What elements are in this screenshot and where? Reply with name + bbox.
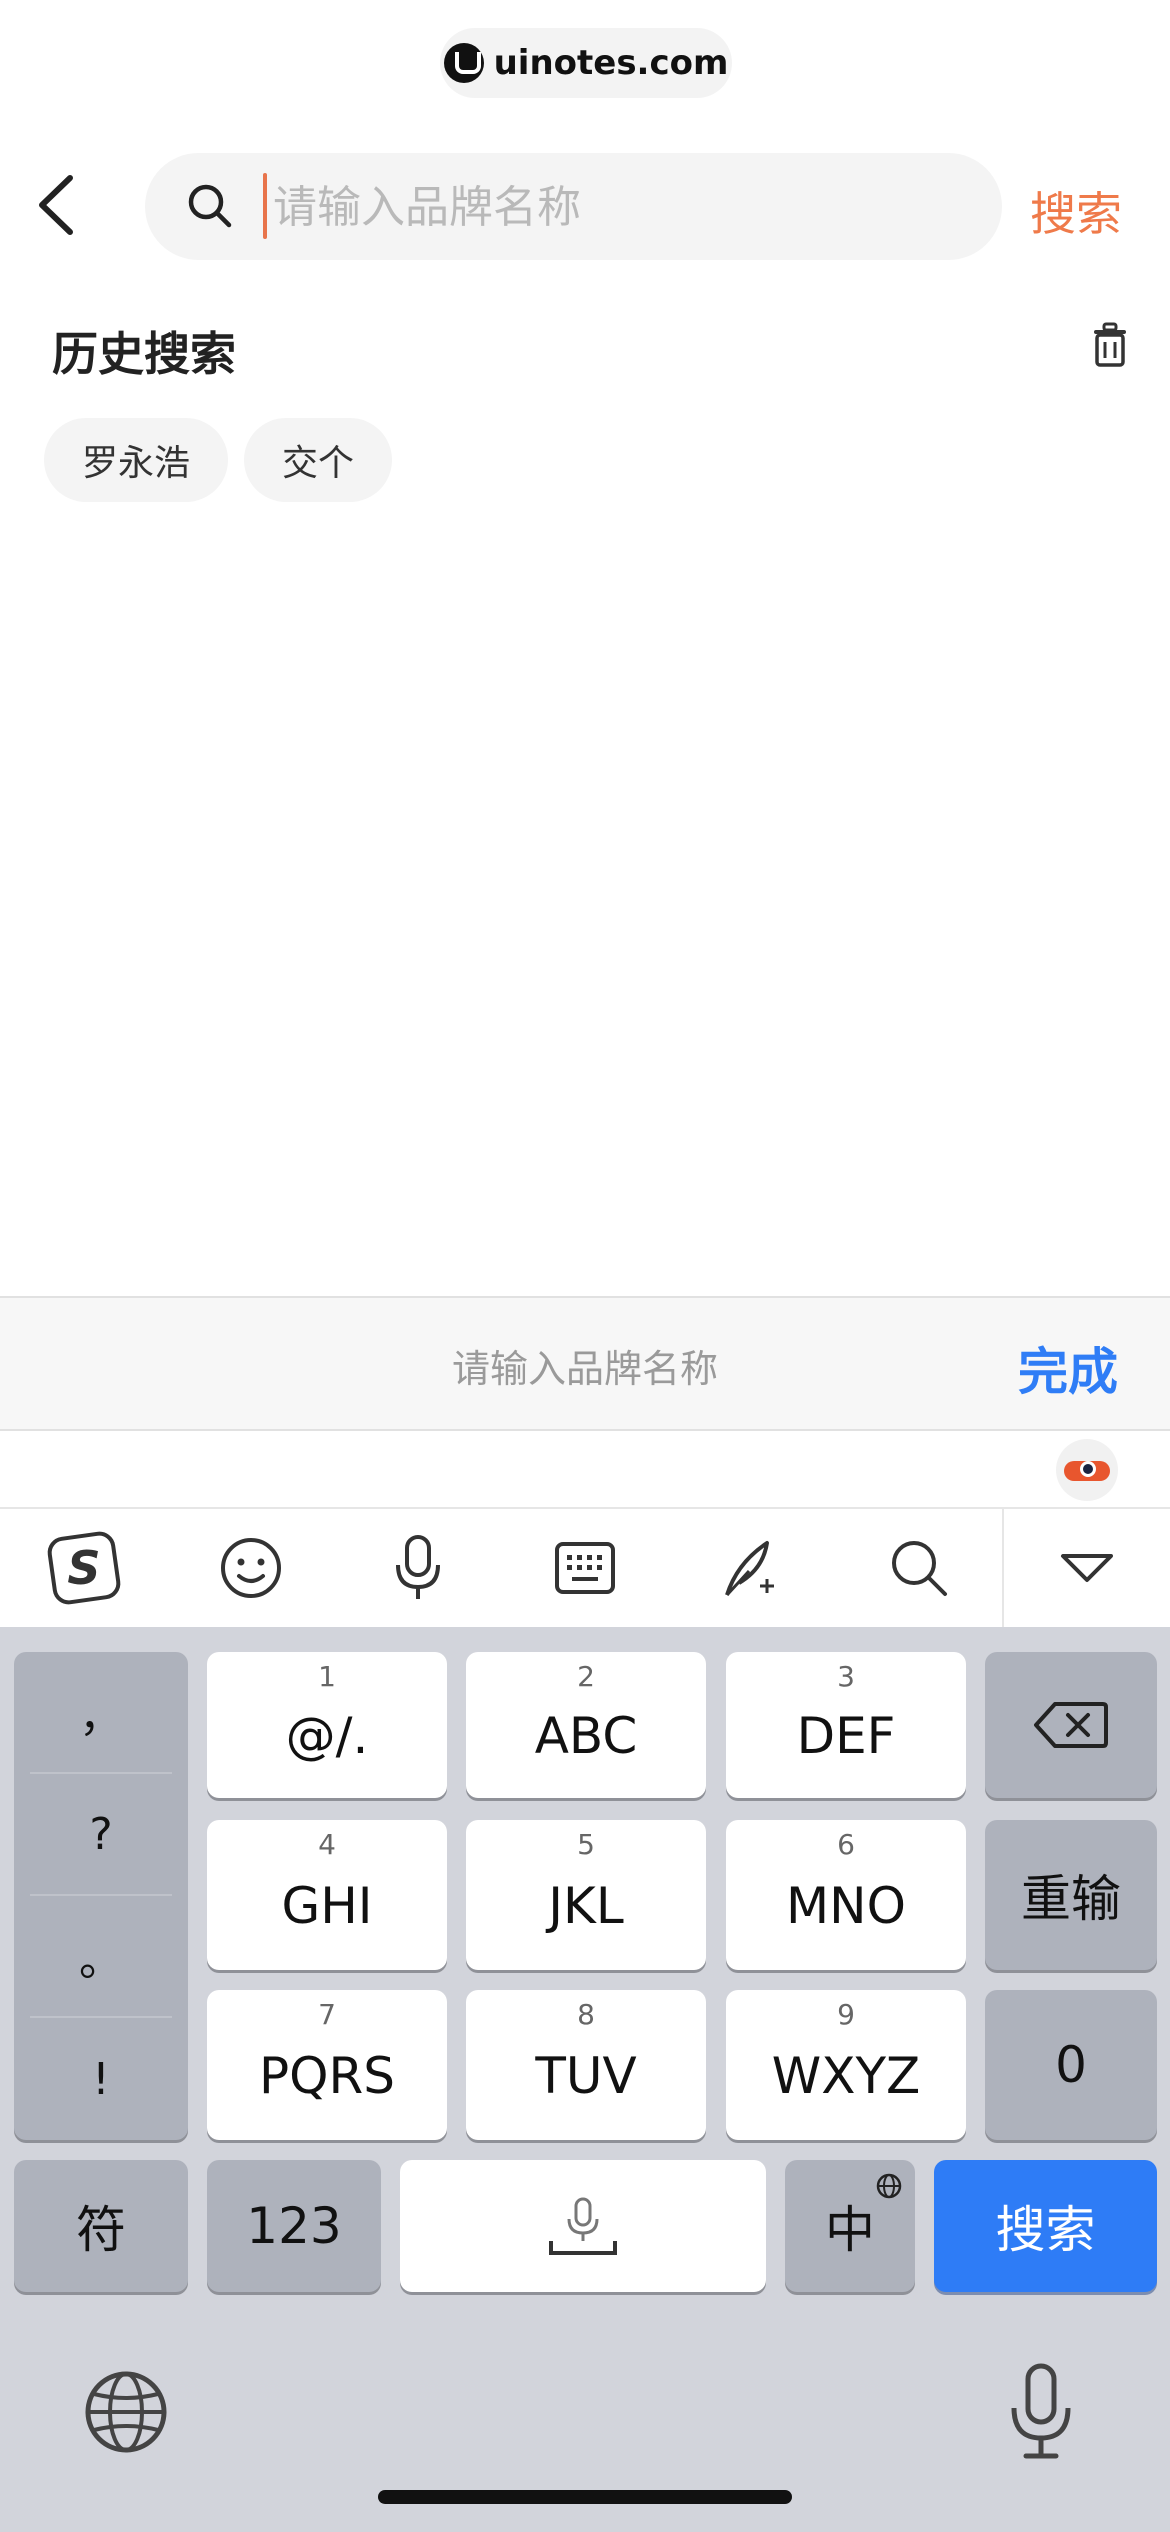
done-button[interactable]: 完成 xyxy=(1018,1332,1118,1404)
key-number: 7 xyxy=(318,1998,336,2031)
chinese-key-label: 中 xyxy=(825,2201,875,2259)
key-label: ABC xyxy=(534,1707,638,1765)
watermark-badge: uinotes.com xyxy=(440,28,732,98)
key-2[interactable]: 2 ABC xyxy=(466,1652,706,1798)
globe-small-icon xyxy=(876,2173,902,2199)
key-label: DEF xyxy=(796,1707,896,1765)
collapse-icon[interactable] xyxy=(1002,1509,1169,1627)
home-indicator[interactable] xyxy=(378,2490,792,2504)
history-chip[interactable]: 罗永浩 xyxy=(44,418,229,502)
watermark-text: uinotes.com xyxy=(493,43,729,83)
delete-key[interactable] xyxy=(985,1652,1157,1798)
history-chips: 罗永浩 交个 xyxy=(44,418,393,502)
key-6[interactable]: 6 MNO xyxy=(726,1820,966,1970)
key-label: MNO xyxy=(786,1877,906,1935)
key-number: 4 xyxy=(318,1828,336,1861)
uinotes-logo-icon xyxy=(443,43,484,83)
mascot-icon[interactable] xyxy=(1056,1439,1118,1501)
search-icon xyxy=(188,184,232,228)
key-5[interactable]: 5 JKL xyxy=(466,1820,706,1970)
key-number: 9 xyxy=(837,1998,855,2031)
space-key[interactable] xyxy=(400,2160,766,2292)
punct-key[interactable]: ? xyxy=(30,1774,172,1896)
zero-key[interactable]: 0 xyxy=(985,1990,1157,2140)
key-label: GHI xyxy=(281,1877,373,1935)
search-input[interactable] xyxy=(273,171,973,243)
text-caret xyxy=(263,173,267,239)
keyboard-accessory-bar: 请输入品牌名称 完成 xyxy=(0,1296,1170,1431)
trash-icon[interactable] xyxy=(1090,322,1130,368)
key-label: WXYZ xyxy=(771,2047,921,2105)
key-number: 8 xyxy=(577,1998,595,2031)
key-number: 5 xyxy=(577,1828,595,1861)
svg-text:S: S xyxy=(67,1541,100,1595)
key-4[interactable]: 4 GHI xyxy=(207,1820,447,1970)
search-key[interactable]: 搜索 xyxy=(934,2160,1157,2292)
search-icon[interactable] xyxy=(835,1509,1002,1627)
ime-toolbar: S xyxy=(0,1509,1170,1627)
screen: uinotes.com 搜索 历史搜索 罗永浩 交个 请输入品牌名称 完成 xyxy=(0,0,1170,2532)
key-label: TUV xyxy=(535,2047,637,2105)
punct-key[interactable]: ! xyxy=(30,2018,172,2140)
numbers-key[interactable]: 123 xyxy=(207,2160,381,2292)
search-bar[interactable] xyxy=(145,153,1002,260)
key-number: 3 xyxy=(837,1660,855,1693)
keyboard-icon[interactable] xyxy=(501,1509,668,1627)
microphone-icon[interactable] xyxy=(334,1509,501,1627)
space-mic-icon xyxy=(549,2197,617,2255)
punct-key[interactable]: ， xyxy=(30,1652,172,1774)
history-title: 历史搜索 xyxy=(52,327,236,381)
key-1[interactable]: 1 @/. xyxy=(207,1652,447,1798)
sogou-logo-icon[interactable]: S xyxy=(0,1509,167,1627)
chinese-key[interactable]: 中 xyxy=(785,2160,915,2292)
key-number: 1 xyxy=(318,1660,336,1693)
search-button[interactable]: 搜索 xyxy=(1030,178,1122,244)
accessory-placeholder: 请输入品牌名称 xyxy=(451,1347,718,1391)
key-number: 6 xyxy=(837,1828,855,1861)
dictation-mic-icon[interactable] xyxy=(1006,2362,1076,2462)
candidate-bar xyxy=(0,1431,1170,1509)
back-arrow-icon[interactable] xyxy=(30,170,90,240)
symbols-key[interactable]: 符 xyxy=(14,2160,188,2292)
key-7[interactable]: 7 PQRS xyxy=(207,1990,447,2140)
punct-key[interactable]: 。 xyxy=(30,1896,172,2018)
key-3[interactable]: 3 DEF xyxy=(726,1652,966,1798)
key-8[interactable]: 8 TUV xyxy=(466,1990,706,2140)
history-chip[interactable]: 交个 xyxy=(244,418,393,502)
backspace-icon xyxy=(1034,1702,1108,1748)
key-label: JKL xyxy=(548,1877,624,1935)
emoji-icon[interactable] xyxy=(167,1509,334,1627)
quill-icon[interactable] xyxy=(668,1509,835,1627)
key-9[interactable]: 9 WXYZ xyxy=(726,1990,966,2140)
key-label: @/. xyxy=(285,1707,369,1765)
key-label: PQRS xyxy=(259,2047,395,2105)
reset-key[interactable]: 重输 xyxy=(985,1820,1157,1970)
key-number: 2 xyxy=(577,1660,595,1693)
globe-icon[interactable] xyxy=(84,2370,168,2454)
punctuation-column[interactable]: ， ? 。 ! xyxy=(14,1652,188,2140)
